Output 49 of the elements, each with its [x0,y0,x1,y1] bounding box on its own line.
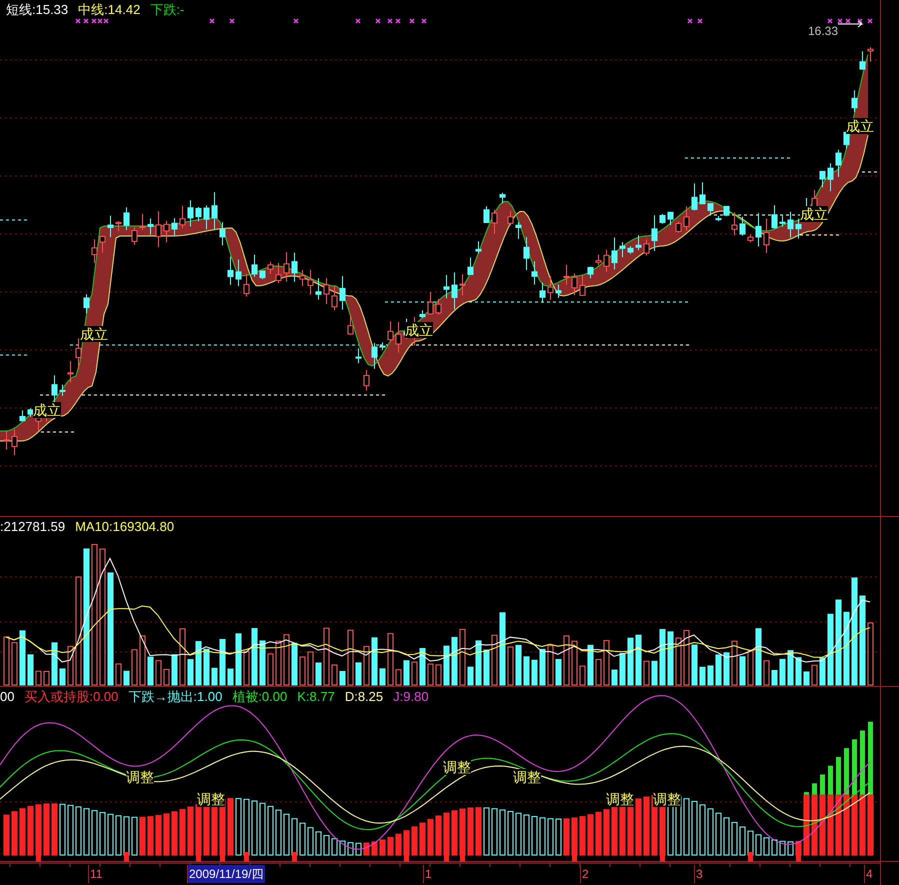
indicator-value: 植被:0.00 [232,689,288,705]
axis-label: 11 [88,865,104,883]
signal-label: 调整 [606,791,634,807]
indicator-value: J:9.80 [393,689,429,705]
cross-mark-icon [75,18,81,24]
indicator-value: MA10:169304.80 [75,519,174,535]
cross-mark-icon [375,18,381,24]
cross-mark-icon [409,18,415,24]
signal-label: 成立 [80,326,108,342]
indicator-value: 00 [0,689,14,705]
signal-label: 调整 [513,769,541,785]
cross-mark-icon [845,18,851,24]
cross-mark-icon [293,18,299,24]
cross-mark-icon [697,18,703,24]
cross-mark-icon [355,18,361,24]
signal-label: 成立 [846,118,874,134]
indicator-value: D:8.25 [344,689,384,705]
cross-mark-icon [229,18,235,24]
indicator-value: 下跌:- [150,2,184,18]
cross-mark-icon [395,18,401,24]
cross-mark-icon [83,18,89,24]
cross-mark-icon [857,18,863,24]
signal-label: 成立 [405,322,433,338]
axis-label: 2 [580,865,590,883]
axis-label: 2009/11/19/四 [187,865,265,883]
indicator-value: :212781.59 [0,519,66,535]
cross-mark-icon [837,18,843,24]
cross-mark-icon [209,18,215,24]
cross-mark-icon [867,18,873,24]
indicator-value: 短线:15.33 [6,2,68,18]
signal-label: 成立 [33,402,61,418]
signal-label: 调整 [197,791,225,807]
axis-label: 1 [423,865,433,883]
signal-label: 调整 [443,759,471,775]
cross-mark-icon [827,18,833,24]
indicator-value: 中线:14.42 [78,2,140,18]
axis-label: 4 [864,865,874,883]
arrow-icon [838,20,864,28]
cross-mark-icon [387,18,393,24]
price-label: 16.33 [808,23,838,40]
cross-mark-icon [687,18,693,24]
indicator-value: 买入或持股:0.00 [24,689,118,705]
axis-label: 3 [694,865,704,883]
signal-label: 调整 [126,769,154,785]
indicator-value: 下跌→抛出:1.00 [128,689,222,705]
cross-mark-icon [421,18,427,24]
signal-label: 成立 [800,206,828,222]
indicator-value: K:8.77 [297,689,335,705]
signal-label: 调整 [653,791,681,807]
